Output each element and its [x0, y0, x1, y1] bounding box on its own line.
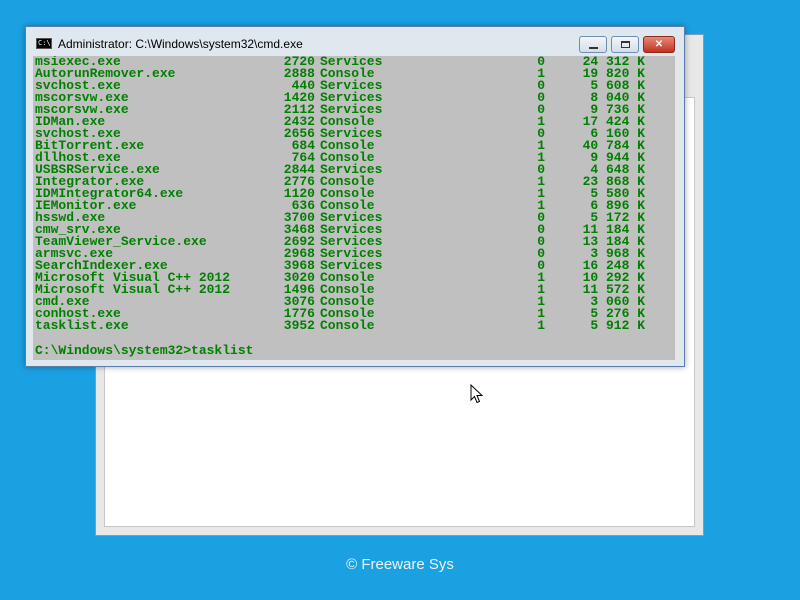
mouse-cursor-icon — [470, 384, 484, 404]
console-scrollbar[interactable] — [674, 56, 680, 360]
maximize-icon — [620, 41, 630, 48]
cmd-window[interactable]: C:\ Administrator: C:\Windows\system32\c… — [25, 26, 685, 367]
memory-usage: 5 912 K — [590, 318, 645, 333]
console-output[interactable]: C:\Windows\system32>tasklist msiexec.exe… — [33, 56, 674, 360]
window-title: Administrator: C:\Windows\system32\cmd.e… — [58, 37, 303, 51]
close-icon: ✕ — [654, 39, 664, 50]
command-prompt[interactable]: C:\Windows\system32>tasklist — [35, 344, 253, 357]
cmd-app-icon[interactable]: C:\ — [36, 38, 52, 49]
close-button[interactable]: ✕ — [643, 36, 675, 53]
session-number: 1 — [537, 318, 545, 333]
process-pid: 3952 — [283, 318, 315, 333]
watermark-footer: © Freeware Sys — [346, 556, 454, 573]
title-bar[interactable]: C:\ Administrator: C:\Windows\system32\c… — [26, 27, 684, 55]
process-name: tasklist.exe — [35, 318, 129, 333]
minimize-button[interactable] — [579, 36, 607, 53]
minimize-icon — [588, 46, 598, 49]
session-name: Console — [320, 318, 375, 333]
maximize-button[interactable] — [611, 36, 639, 53]
